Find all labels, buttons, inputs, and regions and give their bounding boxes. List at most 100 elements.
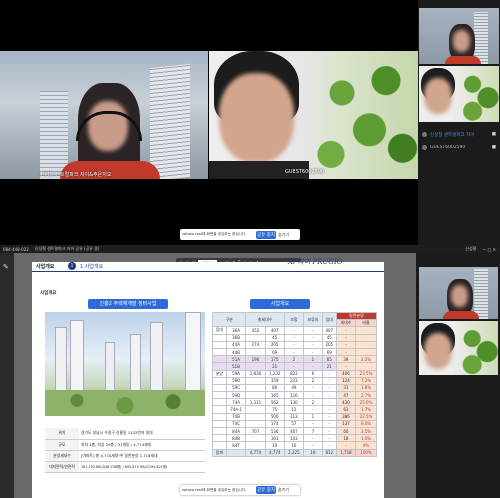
hide-button[interactable]: 숨기기 bbox=[278, 487, 289, 493]
blurred-face bbox=[453, 30, 470, 52]
table-cell: 59C bbox=[225, 383, 247, 393]
table-cell: 1 bbox=[303, 355, 323, 364]
table-cell: 536 bbox=[264, 426, 285, 436]
table-cell: - bbox=[303, 434, 323, 443]
table-cell: 467 bbox=[283, 426, 305, 436]
col-header: 비율 bbox=[355, 319, 377, 328]
table-cell: 233 bbox=[283, 376, 305, 385]
stop-share-button[interactable]: 공유 중지 bbox=[256, 486, 276, 494]
table-cell: 84T bbox=[225, 441, 247, 450]
blurred-face bbox=[451, 285, 468, 307]
table-row: 44A 274 205- -205- bbox=[212, 340, 377, 349]
table-cell bbox=[355, 362, 377, 371]
table-cell bbox=[212, 405, 227, 414]
table-cell bbox=[245, 405, 266, 414]
title-bar: 084-448-022 신성철 센트럴파크 자이 공유 (공유 중) 신성철 —… bbox=[0, 245, 500, 253]
section-label: 사업개요 bbox=[40, 291, 57, 296]
table-row: 51B 21- -21- bbox=[212, 362, 377, 371]
thumb-video-2[interactable] bbox=[419, 66, 499, 122]
table-cell: - bbox=[283, 326, 305, 335]
side-panel-bottom bbox=[416, 253, 500, 498]
table-cell bbox=[212, 355, 227, 364]
table-cell: 36B bbox=[225, 333, 247, 342]
thumb-video-4[interactable] bbox=[419, 321, 498, 375]
table-cell: 1,232 bbox=[264, 369, 285, 378]
table-cell: - bbox=[303, 326, 323, 335]
mic-icon[interactable]: ■ bbox=[492, 145, 496, 150]
table-cell: 47 bbox=[335, 391, 357, 400]
table-cell bbox=[245, 333, 266, 342]
table-cell: 1,836 bbox=[245, 369, 266, 378]
table-cell: - bbox=[335, 340, 357, 349]
tower bbox=[130, 334, 141, 396]
pencil-icon[interactable]: ✎ bbox=[3, 263, 9, 271]
window-title: 신성철 센트럴파크 자이 공유 (공유 중) bbox=[34, 246, 100, 251]
table-cell: 60 bbox=[335, 426, 357, 436]
col-header: 일반분양 bbox=[335, 311, 378, 321]
table-cell: 65 bbox=[321, 355, 337, 364]
slide-header-title: 1.사업개요 bbox=[80, 263, 104, 270]
table-cell: - bbox=[321, 383, 337, 393]
table-row: 분양 59A 1,836 1,232 822 6-406 23.5% bbox=[212, 369, 377, 378]
table-cell: 임대 bbox=[212, 326, 227, 335]
table-cell: 822 bbox=[283, 369, 305, 378]
table-cell: 3.7% bbox=[355, 405, 377, 414]
table-cell: - bbox=[335, 333, 357, 342]
person-shirt bbox=[443, 311, 479, 319]
info-row: 분양세대수 [아파트] 총 4,774세대 中 일반분양 1,718세대 bbox=[45, 450, 205, 462]
table-cell: - bbox=[303, 333, 323, 342]
table-cell: 1.0% bbox=[355, 434, 377, 443]
table-cell: - bbox=[321, 398, 337, 407]
share-status-text: sptaka-test에 화면을 공유하는 중입니다. bbox=[182, 232, 247, 236]
user-name[interactable]: 신성철 bbox=[465, 246, 476, 252]
table-cell: 44A bbox=[225, 340, 247, 349]
slide-header-num: 1 bbox=[68, 262, 76, 270]
table-row: 74A 1,311 562 130 2-430 25.0% bbox=[212, 398, 377, 407]
col-header: 총세대수 bbox=[245, 311, 285, 328]
table-row: 합계 4,774 4,774 2,225 19 812 1,718 100% bbox=[212, 448, 377, 457]
table-row: 44B 69- -69- bbox=[212, 347, 377, 357]
right-banner: 사업개요 bbox=[250, 299, 310, 309]
table-cell: - bbox=[303, 340, 323, 349]
table-cell: 0% bbox=[355, 441, 377, 450]
table-cell: - bbox=[321, 441, 337, 450]
table-cell: 205 bbox=[264, 340, 285, 349]
table-cell: 1.8% bbox=[355, 383, 377, 393]
table-cell bbox=[245, 412, 266, 421]
thumb-video-1[interactable] bbox=[419, 8, 499, 64]
thumb-video-3[interactable] bbox=[419, 267, 498, 319]
video-tile-right[interactable]: GUEST6002590 bbox=[209, 51, 418, 179]
tower bbox=[105, 342, 115, 397]
table-cell bbox=[225, 448, 247, 457]
table-cell: 1,311 bbox=[245, 398, 266, 407]
table-cell: 19 bbox=[303, 448, 323, 457]
table-cell bbox=[212, 376, 227, 385]
building-thumb bbox=[474, 269, 488, 319]
stop-share-button[interactable]: 공유 중지 bbox=[256, 230, 276, 239]
table-cell: 174 bbox=[264, 419, 285, 429]
plant-leaves bbox=[309, 56, 418, 179]
plant-thumb bbox=[455, 323, 498, 375]
info-row: 위치 경기도 성남시 수정구 신흥동 1132번지 일대 bbox=[45, 428, 205, 440]
table-cell bbox=[212, 347, 227, 357]
table-cell: 69 bbox=[321, 347, 337, 357]
table-row: 임대 36A 452 407- -407- bbox=[212, 326, 377, 335]
video-tile-left[interactable]: 신성철 센트럴파크 자이&주은지오 bbox=[0, 51, 208, 179]
mic-icon[interactable]: ■ bbox=[492, 132, 496, 137]
table-row: 84B 161 143- -18 1.0% bbox=[212, 434, 377, 443]
table-cell bbox=[212, 333, 227, 342]
table-row: 59B 359 233 2-124 7.2% bbox=[212, 376, 377, 385]
table-cell bbox=[212, 391, 227, 400]
participant-name-right: GUEST6002590 bbox=[285, 169, 325, 175]
table-cell: 4,774 bbox=[264, 448, 285, 457]
hide-button[interactable]: 숨기기 bbox=[278, 232, 289, 238]
participant-row[interactable]: 신성철 센트럴파크 자이 ■ bbox=[422, 130, 496, 139]
table-cell: 6 bbox=[303, 369, 323, 378]
table-row: 59D 165 116- -47 2.7% bbox=[212, 391, 377, 400]
table-cell: 500 bbox=[264, 412, 285, 421]
window-controls-icon[interactable]: — □ ✕ bbox=[482, 247, 500, 252]
table-cell: - bbox=[321, 369, 337, 378]
participant-row[interactable]: GUEST6002590 ■ bbox=[422, 143, 496, 152]
table-cell: 74A bbox=[225, 398, 247, 407]
table-cell bbox=[245, 362, 266, 371]
